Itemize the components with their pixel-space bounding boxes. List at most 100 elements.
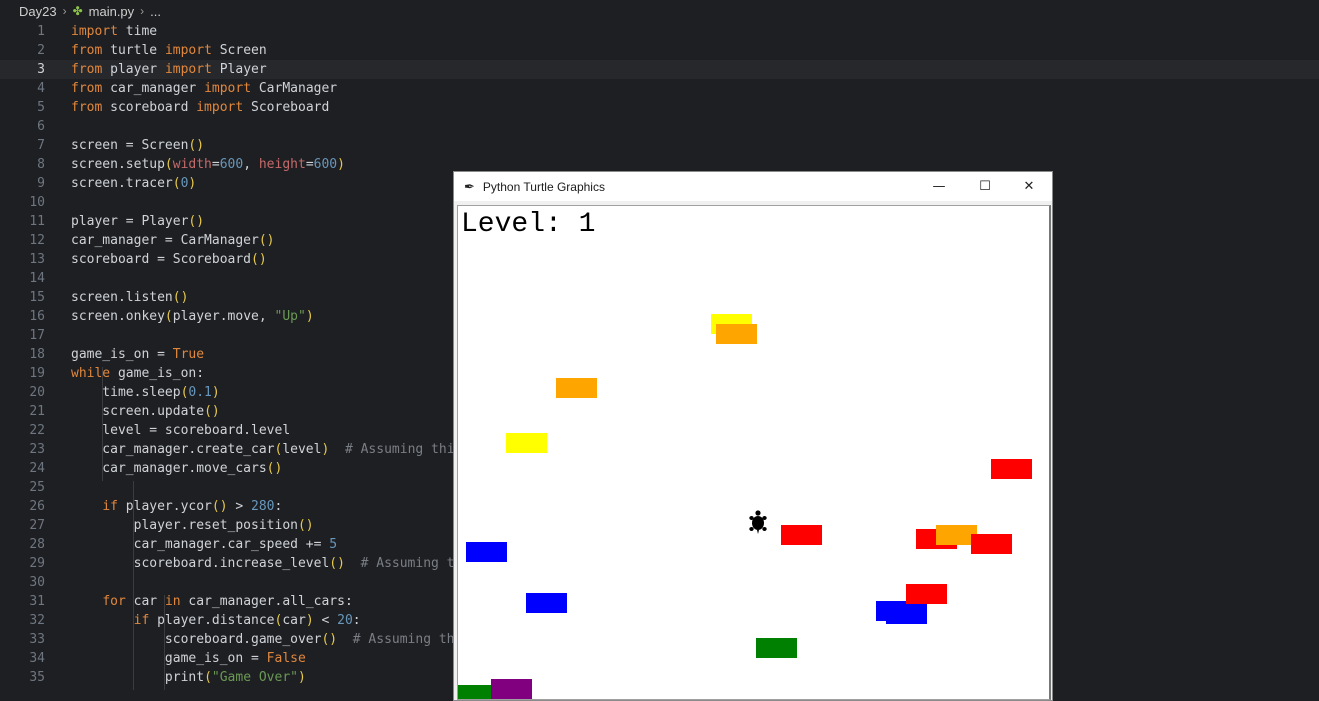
minimize-button[interactable]: — [916, 172, 962, 201]
code-token: time [117, 24, 158, 39]
code-line[interactable]: 1 import time [0, 22, 1319, 41]
code-token: car [125, 594, 165, 609]
line-number: 5 [37, 100, 45, 115]
turtle-canvas[interactable]: Level: 1 [457, 205, 1051, 700]
code-text: scoreboard = Scoreboard() [71, 250, 267, 269]
code-token: import [71, 24, 118, 39]
code-line[interactable]: 4 from car_manager import CarManager [0, 79, 1319, 98]
code-text: game_is_on = True [71, 345, 204, 364]
code-token: car_manager.move_cars [71, 461, 267, 476]
feather-icon: ✒ [464, 178, 475, 194]
code-token: time.sleep [71, 385, 181, 400]
line-number: 15 [29, 290, 45, 305]
car-green [756, 638, 797, 658]
chevron-right-icon: › [62, 4, 67, 18]
code-text: time.sleep(0.1) [71, 383, 219, 402]
code-text: car_manager.move_cars() [71, 459, 282, 478]
code-token: () [211, 499, 228, 514]
code-token: False [266, 651, 306, 666]
code-text: car_manager.create_car(level) # Assuming… [71, 440, 462, 459]
turtle-icon [747, 509, 769, 539]
code-token: ) [188, 176, 197, 191]
breadcrumb-file[interactable]: main.py [89, 4, 135, 19]
maximize-button[interactable]: ☐ [962, 172, 1008, 201]
line-number: 32 [29, 613, 45, 628]
line-number: 14 [29, 271, 45, 286]
code-token: ) [297, 670, 306, 685]
close-button[interactable]: ✕ [1006, 172, 1052, 201]
line-number: 1 [37, 24, 45, 39]
code-token: () [266, 461, 283, 476]
code-token: import [164, 62, 212, 77]
code-token: car_manager.create_car [71, 442, 275, 457]
code-token: import [196, 100, 244, 115]
code-token: < [313, 613, 338, 628]
line-number: 2 [37, 43, 45, 58]
code-token: scoreboard.game_over [71, 632, 322, 647]
code-token: screen.onkey [71, 309, 165, 324]
code-text: player = Player() [71, 212, 204, 231]
line-number: 20 [29, 385, 45, 400]
code-token: width [172, 157, 212, 172]
breadcrumb-folder[interactable]: Day23 [19, 4, 57, 19]
code-line[interactable]: 5 from scoreboard import Scoreboard [0, 98, 1319, 117]
code-token: player.move, [172, 309, 275, 324]
car-orange [716, 324, 757, 344]
window-title-bar[interactable]: ✒ Python Turtle Graphics — ☐ ✕ [454, 172, 1052, 201]
code-text: if player.ycor() > 280: [71, 497, 282, 516]
car-yellow [506, 433, 547, 453]
code-token: game_is_on: [110, 366, 205, 381]
code-token: CarManager [251, 81, 338, 96]
line-number: 17 [29, 328, 45, 343]
code-token: from [71, 81, 103, 96]
code-token: level = scoreboard.level [71, 423, 291, 438]
code-token: ) [305, 309, 314, 324]
line-number: 26 [29, 499, 45, 514]
code-token: () [329, 556, 345, 571]
turtle-graphics-window: ✒ Python Turtle Graphics — ☐ ✕ Level: 1 [453, 171, 1053, 701]
code-token: car_manager = CarManager [71, 233, 259, 248]
code-text: screen.update() [71, 402, 219, 421]
code-token: () [297, 518, 314, 533]
code-token: import [164, 43, 212, 58]
code-text: from player import Player [71, 60, 267, 79]
line-number: 18 [29, 347, 45, 362]
breadcrumb: Day23 › ✤ main.py › ... [0, 0, 1319, 22]
code-token: screen.tracer [71, 176, 173, 191]
code-token: player.reset_position [71, 518, 298, 533]
code-token: = [211, 157, 220, 172]
line-number: 34 [29, 651, 45, 666]
code-token: ( [164, 157, 173, 172]
line-number: 11 [29, 214, 45, 229]
code-token: scoreboard [102, 100, 197, 115]
code-line[interactable]: 2 from turtle import Screen [0, 41, 1319, 60]
code-text: screen.tracer(0) [71, 174, 196, 193]
code-line[interactable]: 7 screen = Screen() [0, 136, 1319, 155]
code-token: while [71, 366, 111, 381]
breadcrumb-more[interactable]: ... [150, 4, 161, 19]
code-token: , [243, 157, 259, 172]
code-token: "Game Over" [211, 670, 298, 685]
code-text: screen.onkey(player.move, "Up") [71, 307, 314, 326]
code-text: print("Game Over") [71, 668, 306, 687]
line-number: 22 [29, 423, 45, 438]
code-token: ( [172, 176, 181, 191]
code-text: level = scoreboard.level [71, 421, 290, 440]
line-number: 24 [29, 461, 45, 476]
car-red [906, 584, 947, 604]
line-number: 23 [29, 442, 45, 457]
code-line[interactable]: 3 from player import Player [0, 60, 1319, 79]
code-token: scoreboard = Scoreboard [71, 252, 252, 267]
code-token: () [258, 233, 275, 248]
code-token: height [258, 157, 306, 172]
car-red [971, 534, 1012, 554]
code-token: player.distance [149, 613, 275, 628]
car-blue [466, 542, 507, 562]
code-text: screen = Screen() [71, 136, 204, 155]
code-text: import time [71, 22, 157, 41]
car-blue [526, 593, 567, 613]
code-token: screen.listen [71, 290, 173, 305]
code-line[interactable]: 6 [0, 117, 1319, 136]
